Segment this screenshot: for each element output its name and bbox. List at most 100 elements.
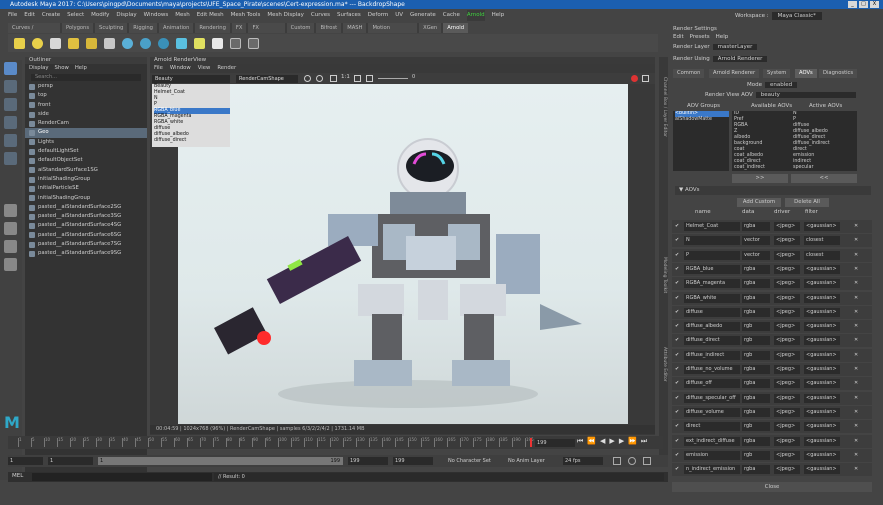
aov-filter-dropdown[interactable]: <gaussian> <box>804 436 840 446</box>
aov-data-field[interactable]: rgb <box>742 350 770 360</box>
aov-driver-dropdown[interactable]: <jpeg> <box>774 379 800 389</box>
render-layer-dropdown[interactable]: masterLayer <box>712 44 758 50</box>
aov-enabled-checkbox[interactable]: ✔ <box>675 349 679 362</box>
aov-list-item[interactable]: aiShadowMatte <box>675 117 729 123</box>
aov-name-field[interactable]: P <box>684 250 740 260</box>
aov-row[interactable]: ✔ RGBA_blue rgba <jpeg> <gaussian> ✕ <box>672 262 872 276</box>
aov-row[interactable]: ✔ diffuse_volume rgba <jpeg> <gaussian> ✕ <box>672 405 872 419</box>
outliner-item[interactable]: Geo <box>25 128 147 138</box>
aov-row[interactable]: ✔ diffuse_specular_off rgba <jpeg> <gaussian… <box>672 391 872 405</box>
aov-groups-list[interactable]: <builtin> aiShadowMatte <box>673 111 729 171</box>
aov-name-field[interactable]: ext_indirect_diffuse <box>684 436 740 446</box>
aov-enabled-checkbox[interactable]: ✔ <box>675 363 679 376</box>
side-layout-icon[interactable] <box>4 240 17 253</box>
rs-tab-diagnostics[interactable]: Diagnostics <box>819 69 858 78</box>
outliner-menu-show[interactable]: Show <box>55 64 69 73</box>
aov-list-item[interactable]: specular <box>793 165 857 171</box>
rs-menu-help[interactable]: Help <box>716 34 729 40</box>
loop-icon[interactable] <box>613 457 621 465</box>
outliner-item[interactable]: initialParticleSE <box>25 184 147 193</box>
close-button[interactable]: Close <box>672 482 872 492</box>
menu-deform[interactable]: Deform <box>368 10 388 21</box>
shelf-tab-xgen[interactable]: XGen <box>419 23 442 33</box>
rs-menu-presets[interactable]: Presets <box>690 34 710 40</box>
active-aovs-list[interactable]: N Pdiffuse diffuse_albedo diffuse_direct dif… <box>791 111 857 171</box>
aov-filter-dropdown[interactable]: <gaussian> <box>804 465 840 475</box>
aov-delete-icon[interactable]: ✕ <box>854 392 858 405</box>
outliner-item[interactable]: persp <box>25 82 147 91</box>
aov-data-field[interactable]: rgb <box>742 450 770 460</box>
step-back-icon[interactable]: ◀ <box>600 437 605 446</box>
menu-mesh-tools[interactable]: Mesh Tools <box>231 10 261 21</box>
outliner-item[interactable]: pasted__aiStandardSurface9SG <box>25 249 147 258</box>
aov-data-field[interactable]: rgba <box>742 436 770 446</box>
menu-mesh[interactable]: Mesh <box>175 10 189 21</box>
volume-icon[interactable] <box>176 37 187 49</box>
aov-driver-dropdown[interactable]: <jpeg> <box>774 250 800 260</box>
menu-display[interactable]: Display <box>116 10 136 21</box>
mesh-light-icon[interactable] <box>86 37 97 49</box>
menu-create[interactable]: Create <box>42 10 60 21</box>
standin-icon[interactable] <box>212 37 223 49</box>
step-back-key-icon[interactable]: ⏪ <box>587 437 596 446</box>
aov-name-field[interactable]: RGBA_blue <box>684 264 740 274</box>
shelf-tab-fx-caching[interactable]: FX Caching <box>248 23 285 41</box>
fit-icon[interactable] <box>354 75 361 82</box>
camera-dropdown[interactable]: RenderCamShape <box>236 75 298 83</box>
aov-filter-dropdown[interactable]: <gaussian> <box>804 264 840 274</box>
aov-delete-icon[interactable]: ✕ <box>854 263 858 276</box>
refresh-icon[interactable] <box>316 75 323 82</box>
timeline[interactable]: 1 5 10 15 20 25 30 35 40 45 50 55 60 65 70 75 80 85 90 95 10… <box>8 436 663 449</box>
aov-data-field[interactable]: rgb <box>742 322 770 332</box>
menu-file[interactable]: File <box>8 10 17 21</box>
aov-row[interactable]: ✔ ext_indirect_diffuse rgba <jpeg> <gaussian… <box>672 434 872 448</box>
aov-driver-dropdown[interactable]: <jpeg> <box>774 264 800 274</box>
aov-delete-icon[interactable]: ✕ <box>854 349 858 362</box>
aov-driver-dropdown[interactable]: <jpeg> <box>774 350 800 360</box>
playback-end-field[interactable]: 199 <box>348 457 388 465</box>
renderview-menu-view[interactable]: View <box>198 64 211 73</box>
aov-driver-dropdown[interactable]: <jpeg> <box>774 307 800 317</box>
aov-enabled-checkbox[interactable]: ✔ <box>675 406 679 419</box>
rs-tab-arnold-renderer[interactable]: Arnold Renderer <box>709 69 760 78</box>
outliner-item[interactable]: pasted__aiStandardSurface7SG <box>25 240 147 249</box>
add-custom-button[interactable]: Add Custom <box>737 198 781 207</box>
aov-delete-icon[interactable]: ✕ <box>854 363 858 376</box>
exposure-slider[interactable] <box>378 78 408 79</box>
aov-enabled-checkbox[interactable]: ✔ <box>675 277 679 290</box>
shelf-tab-custom[interactable]: Custom <box>286 23 315 33</box>
aov-filter-dropdown[interactable]: <gaussian> <box>804 393 840 403</box>
fps-dropdown[interactable]: 24 fps <box>563 457 603 465</box>
aov-name-field[interactable]: diffuse_indirect <box>684 350 740 360</box>
aov-filter-dropdown[interactable]: <gaussian> <box>804 293 840 303</box>
toon-shader-icon[interactable] <box>158 37 169 49</box>
scale-tool-icon[interactable] <box>4 152 17 165</box>
workspace-dropdown[interactable]: Maya Classic* <box>771 12 822 20</box>
aov-delete-icon[interactable]: ✕ <box>854 292 858 305</box>
photometric-light-icon[interactable] <box>68 37 79 49</box>
aov-enabled-checkbox[interactable]: ✔ <box>675 334 679 347</box>
move-left-button[interactable]: << <box>791 174 857 183</box>
aov-data-field[interactable]: vector <box>742 236 770 246</box>
shelf-tab-polygons[interactable]: Polygons <box>61 23 94 33</box>
aov-filter-dropdown[interactable]: <gaussian> <box>804 365 840 374</box>
aov-driver-dropdown[interactable]: <jpeg> <box>774 393 800 403</box>
outliner-item[interactable]: Lights <box>25 138 147 147</box>
aov-name-field[interactable]: n_indirect_emission <box>684 465 740 475</box>
rs-tab-common[interactable]: Common <box>673 69 705 78</box>
end-time-field[interactable]: 199 <box>393 457 433 465</box>
aov-name-field[interactable]: diffuse_specular_off <box>684 393 740 403</box>
shelf-tab-sculpting[interactable]: Sculpting <box>95 23 128 33</box>
aov-delete-icon[interactable]: ✕ <box>854 234 858 247</box>
outliner-menu-help[interactable]: Help <box>75 64 87 73</box>
shelf-tab-arnold[interactable]: Arnold <box>443 23 468 33</box>
aov-row[interactable]: ✔ diffuse_off rgba <jpeg> <gaussian> ✕ <box>672 377 872 391</box>
settings-icon[interactable] <box>366 75 373 82</box>
aov-name-field[interactable]: diffuse_no_volume <box>684 365 740 374</box>
menu-surfaces[interactable]: Surfaces <box>337 10 361 21</box>
aov-filter-dropdown[interactable]: <gaussian> <box>804 407 840 417</box>
mode-dropdown[interactable]: enabled <box>765 82 798 88</box>
rs-tab-system[interactable]: System <box>763 69 791 78</box>
aov-row[interactable]: ✔ n_indirect_emission rgba <jpeg> <gaussian>… <box>672 463 872 477</box>
aov-delete-icon[interactable]: ✕ <box>854 449 858 462</box>
